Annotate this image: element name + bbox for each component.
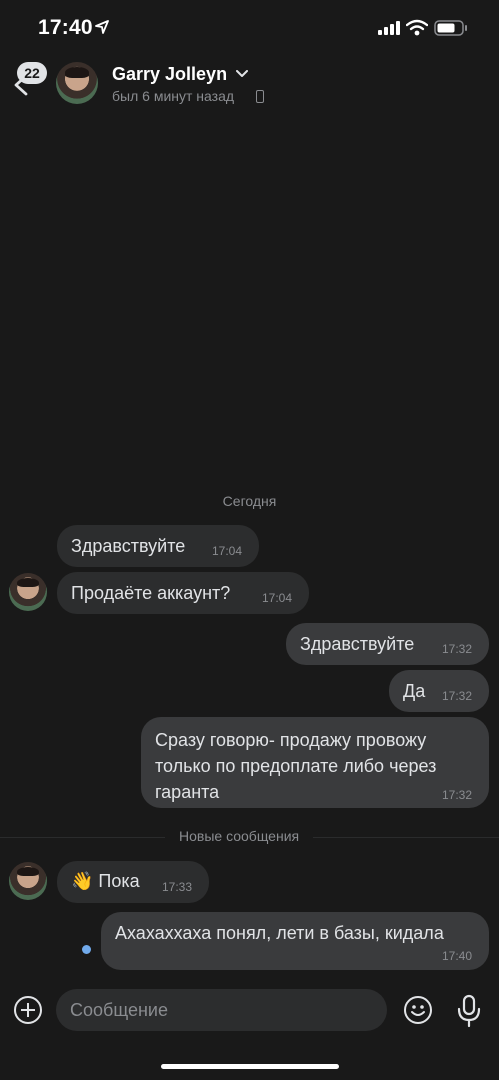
message-text: Сразу говорю- продажу провожу только по … xyxy=(155,730,437,802)
unread-indicator xyxy=(82,945,91,954)
message-time: 17:04 xyxy=(212,544,243,558)
message-bubble[interactable]: Продаёте аккаунт? 17:04 xyxy=(57,572,309,614)
chevron-down-icon[interactable] xyxy=(236,70,248,78)
message-composer: Сообщение xyxy=(0,984,499,1040)
cellular-signal-icon xyxy=(378,21,400,35)
message-time: 17:32 xyxy=(442,788,473,802)
location-arrow-icon xyxy=(95,20,109,34)
attach-plus-icon[interactable] xyxy=(14,996,42,1024)
message-text: Да xyxy=(403,681,426,701)
message-time: 17:04 xyxy=(262,591,293,605)
battery-icon xyxy=(434,20,467,36)
message-time: 17:32 xyxy=(442,689,473,703)
message-time: 17:40 xyxy=(442,949,473,963)
message-text: Здравствуйте xyxy=(300,634,415,654)
message-bubble[interactable]: Ахахаххаха понял, лети в базы, кидала 17… xyxy=(101,912,489,970)
last-seen-status: был 6 минут назад xyxy=(112,88,235,104)
message-bubble[interactable]: Сразу говорю- продажу провожу только по … xyxy=(141,717,489,808)
contact-name[interactable]: Garry Jolleyn xyxy=(112,64,227,85)
home-indicator[interactable] xyxy=(161,1064,339,1069)
sender-avatar[interactable] xyxy=(9,573,47,611)
new-messages-label: Новые сообщения xyxy=(165,828,314,844)
date-separator: Сегодня xyxy=(222,493,277,509)
emoji-icon[interactable] xyxy=(403,995,433,1025)
message-bubble[interactable]: Да 17:32 xyxy=(389,670,489,712)
message-bubble[interactable]: Здравствуйте 17:32 xyxy=(286,623,489,665)
message-text: 👋 Пока xyxy=(71,871,140,891)
unread-count-badge[interactable]: 22 xyxy=(17,62,47,84)
message-input-placeholder: Сообщение xyxy=(70,1000,168,1020)
message-bubble[interactable]: Здравствуйте 17:04 xyxy=(57,525,259,567)
wifi-icon xyxy=(406,19,428,36)
microphone-icon[interactable] xyxy=(456,994,482,1028)
message-time: 17:33 xyxy=(162,880,193,894)
message-text: Продаёте аккаунт? xyxy=(71,583,231,603)
message-time: 17:32 xyxy=(442,642,473,656)
chat-header: 22 Garry Jolleyn был 6 минут назад xyxy=(0,56,499,116)
status-bar: 17:40 xyxy=(0,0,499,56)
mobile-phone-icon xyxy=(256,90,264,103)
sender-avatar[interactable] xyxy=(9,862,47,900)
message-input[interactable]: Сообщение xyxy=(56,989,387,1031)
message-text: Здравствуйте xyxy=(71,536,186,556)
contact-avatar[interactable] xyxy=(56,62,98,104)
message-bubble[interactable]: 👋 Пока 17:33 xyxy=(57,861,209,903)
status-time: 17:40 xyxy=(38,16,93,39)
message-text: Ахахаххаха понял, лети в базы, кидала xyxy=(115,923,444,943)
